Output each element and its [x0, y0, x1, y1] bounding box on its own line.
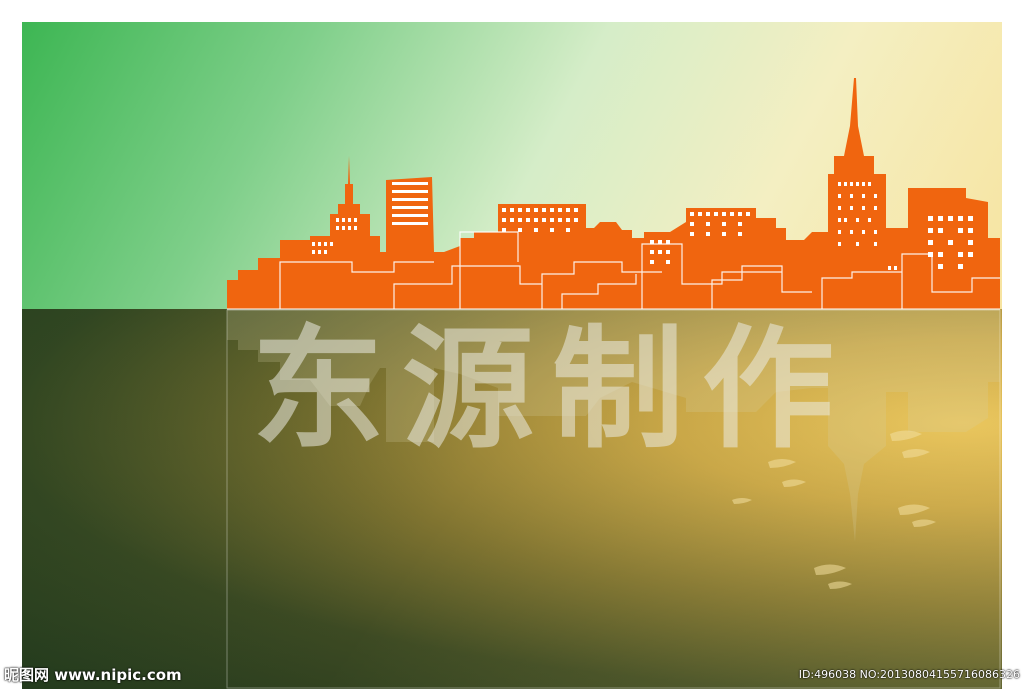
site-watermark: 昵图网 www.nipic.com	[4, 666, 182, 684]
skyline-silhouette	[227, 78, 1000, 310]
image-id-watermark: ID:496038 NO:20130804155716086326	[798, 668, 1020, 681]
city-scene: 东源制作	[22, 22, 1002, 689]
image-frame: 东源制作 昵图网 www.nipic.com ID:496038 NO:2013…	[0, 0, 1024, 693]
watermark-text: 东源制作	[252, 313, 852, 467]
